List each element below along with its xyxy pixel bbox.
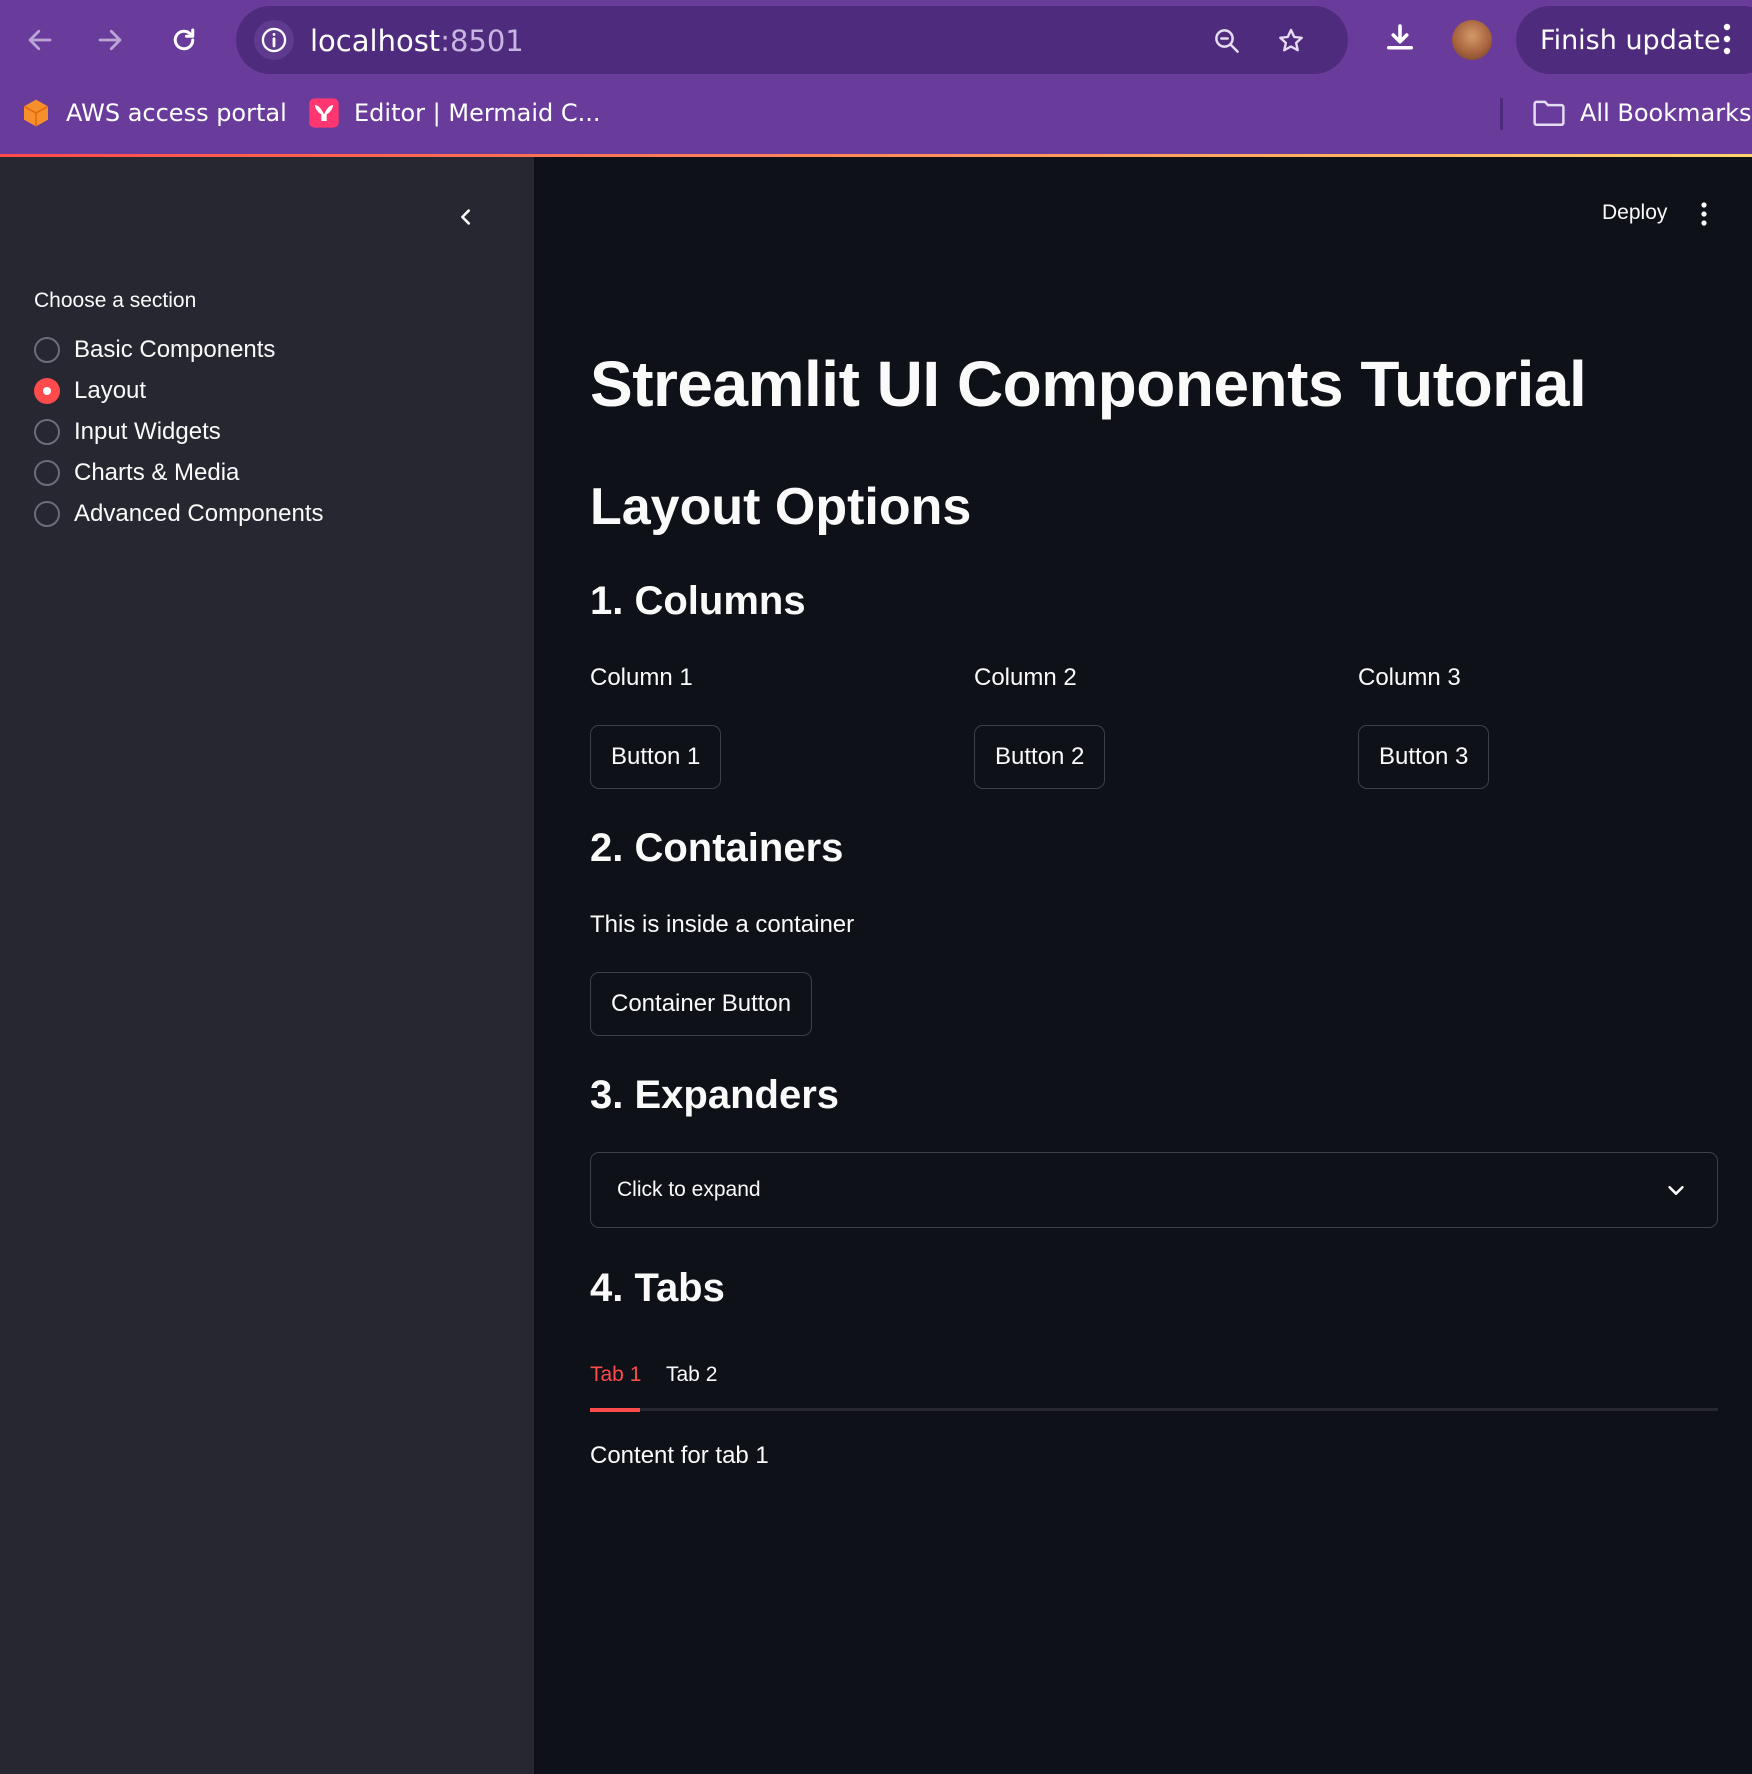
tab-1[interactable]: Tab 1	[590, 1363, 641, 1387]
button-1-label: Button 1	[611, 743, 701, 770]
folder-icon	[1533, 100, 1565, 127]
column-3-label: Column 3	[1358, 664, 1461, 691]
all-bookmarks-label: All Bookmarks	[1580, 99, 1752, 127]
sidebar: Choose a section Basic Components Layout…	[0, 157, 534, 1774]
radio-basic-components[interactable]: Basic Components	[34, 333, 275, 367]
arrow-left-icon	[28, 29, 52, 51]
tab-track	[590, 1408, 1718, 1411]
download-icon[interactable]	[1382, 20, 1418, 61]
radio-label: Advanced Components	[74, 500, 324, 527]
radio-advanced-components[interactable]: Advanced Components	[34, 497, 324, 531]
radio-circle[interactable]	[34, 337, 60, 363]
tab-active-indicator	[590, 1408, 640, 1412]
address-bar[interactable]: localhost:8501	[236, 6, 1348, 74]
mermaid-icon	[309, 98, 339, 128]
reload-icon	[173, 28, 195, 51]
bookmark-aws-label: AWS access portal	[66, 99, 287, 127]
url-port: :8501	[440, 24, 524, 58]
container-button-label: Container Button	[611, 990, 792, 1017]
collapse-sidebar-button[interactable]	[448, 199, 484, 235]
profile-avatar[interactable]	[1452, 20, 1492, 60]
finish-update-button[interactable]: Finish update	[1516, 6, 1752, 74]
bookmark-aws[interactable]: AWS access portal	[20, 96, 287, 130]
column-2-label: Column 2	[974, 664, 1077, 691]
containers-heading: 2. Containers	[590, 826, 844, 870]
radio-label: Input Widgets	[74, 418, 221, 445]
container-text: This is inside a container	[590, 911, 855, 938]
column-1-label: Column 1	[590, 664, 693, 691]
chevron-down-icon	[1665, 1179, 1687, 1207]
bookmark-mermaid-label: Editor | Mermaid C...	[354, 99, 601, 127]
tab-2[interactable]: Tab 2	[666, 1363, 717, 1387]
forward-button[interactable]	[86, 16, 134, 64]
button-2-label: Button 2	[995, 743, 1085, 770]
radio-circle[interactable]	[34, 460, 60, 486]
back-button[interactable]	[16, 16, 64, 64]
all-bookmarks-button[interactable]: All Bookmarks	[1532, 96, 1751, 130]
section-title: Layout Options	[590, 478, 972, 536]
aws-cube-icon	[23, 99, 49, 127]
radio-label: Charts & Media	[74, 459, 240, 486]
columns-heading: 1. Columns	[590, 579, 806, 623]
finish-update-label: Finish update	[1540, 24, 1721, 56]
radio-layout[interactable]: Layout	[34, 374, 146, 408]
expander-toggle[interactable]: Click to expand	[590, 1152, 1718, 1228]
main-content: Deploy Streamlit UI Components Tutorial …	[534, 157, 1752, 1774]
chevron-left-icon	[461, 209, 471, 225]
url-text[interactable]: localhost:8501	[310, 24, 524, 58]
radio-circle[interactable]	[34, 419, 60, 445]
button-2[interactable]: Button 2	[974, 725, 1106, 789]
url-host: localhost	[310, 24, 441, 58]
reload-button[interactable]	[160, 16, 208, 64]
site-info-icon[interactable]	[254, 20, 294, 60]
radio-circle[interactable]	[34, 501, 60, 527]
container-button[interactable]: Container Button	[590, 972, 813, 1036]
main-menu-icon[interactable]	[1700, 201, 1708, 232]
bookmarks-divider	[1500, 98, 1503, 130]
radio-label: Layout	[74, 377, 147, 404]
button-3[interactable]: Button 3	[1358, 725, 1490, 789]
tabs-heading: 4. Tabs	[590, 1266, 725, 1310]
radio-group-label: Choose a section	[34, 289, 197, 312]
radio-label: Basic Components	[74, 336, 276, 363]
bookmark-mermaid[interactable]: Editor | Mermaid C...	[308, 96, 601, 130]
button-3-label: Button 3	[1379, 743, 1469, 770]
zoom-icon[interactable]	[1212, 26, 1242, 61]
browser-menu-icon[interactable]	[1722, 22, 1732, 61]
button-1[interactable]: Button 1	[590, 725, 722, 789]
expander-label: Click to expand	[617, 1178, 761, 1201]
bookmark-star-icon[interactable]	[1276, 26, 1306, 61]
deploy-button[interactable]: Deploy	[1602, 201, 1667, 225]
radio-circle-selected[interactable]	[34, 378, 60, 404]
browser-chrome: localhost:8501 Finish update AWS access …	[0, 0, 1752, 156]
expanders-heading: 3. Expanders	[590, 1073, 840, 1117]
radio-input-widgets[interactable]: Input Widgets	[34, 415, 221, 449]
radio-charts-media[interactable]: Charts & Media	[34, 456, 239, 490]
arrow-right-icon	[98, 29, 122, 51]
page-title: Streamlit UI Components Tutorial	[590, 348, 1587, 420]
tab-content: Content for tab 1	[590, 1442, 769, 1469]
